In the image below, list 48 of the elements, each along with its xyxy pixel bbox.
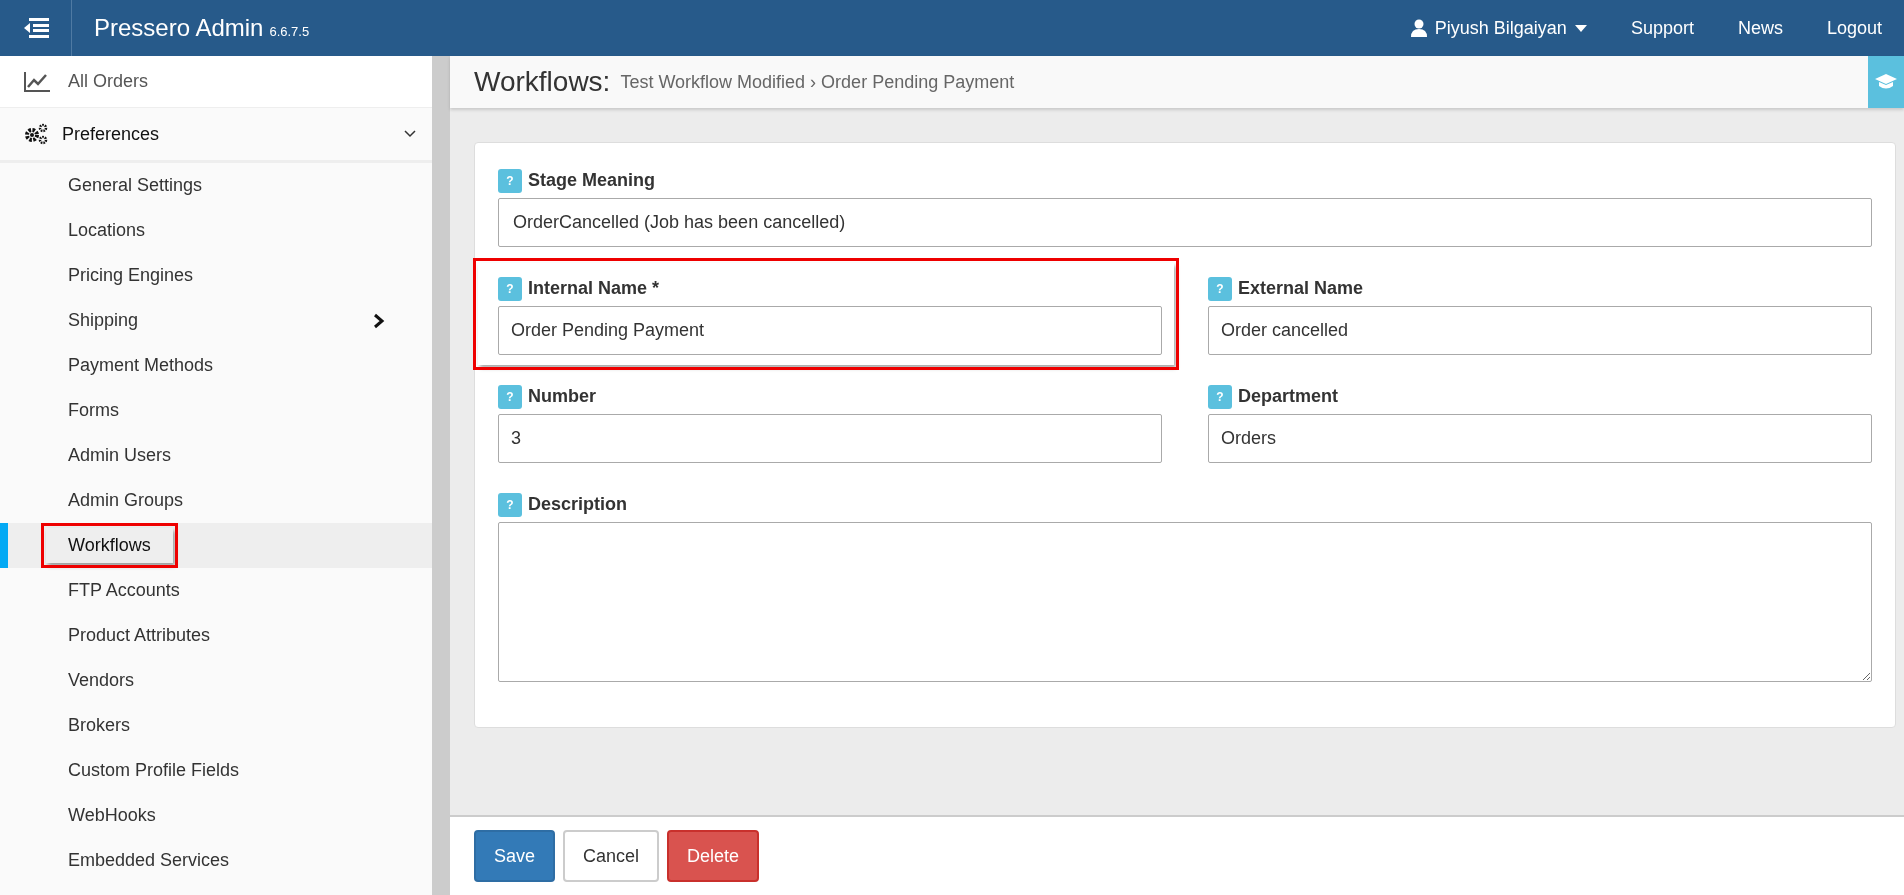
tutorial-button[interactable] [1868, 56, 1904, 108]
user-icon [1410, 19, 1427, 37]
breadcrumb: Test Workflow Modified › Order Pending Payment [620, 70, 1015, 94]
field-label: Internal Name * [528, 277, 660, 300]
sidebar-item[interactable]: Custom Profile Fields [0, 748, 432, 793]
input-field[interactable]: Orders [1208, 414, 1872, 463]
field-label: Stage Meaning [528, 169, 656, 192]
nav-link[interactable]: News [1715, 14, 1805, 42]
nav-link[interactable]: Logout [1804, 14, 1904, 42]
field-label: Number [528, 385, 596, 408]
chevron-right-icon [373, 312, 385, 329]
input-field[interactable]: Order cancelled [1208, 306, 1872, 355]
sidebar-item[interactable]: All Orders [0, 56, 432, 108]
page-title: Workflows: [474, 65, 611, 99]
delete-button[interactable]: Delete [667, 830, 760, 882]
app-title: Pressero Admin [94, 14, 264, 41]
line-chart-icon [24, 71, 50, 92]
sidebar-item[interactable]: Embedded Services [0, 838, 432, 883]
sidebar-item[interactable]: Admin Groups [0, 478, 432, 523]
input-field[interactable]: 3 [498, 414, 1162, 463]
sidebar-item[interactable]: General Settings [0, 163, 432, 208]
scrollbar[interactable] [432, 56, 450, 895]
sidebar-item[interactable]: Admin Users [0, 433, 432, 478]
sidebar-item[interactable]: FTP Accounts [0, 568, 432, 613]
save-button[interactable]: Save [474, 830, 556, 882]
user-menu[interactable]: Piyush Bilgaiyan [1388, 14, 1609, 42]
sidebar-item[interactable]: Forms [0, 388, 432, 433]
menu-collapse-icon[interactable] [22, 18, 49, 38]
sidebar-item[interactable]: Pricing Engines [0, 253, 432, 298]
version-number: 6.6.7.5 [269, 24, 310, 39]
caret-icon [1574, 24, 1587, 32]
sidebar-item[interactable]: Shipping [0, 298, 432, 343]
field-label: Department [1238, 385, 1339, 408]
sidebar-item[interactable]: Workflows [0, 523, 432, 568]
input-field[interactable]: Order Pending Payment [498, 306, 1162, 355]
sidebar-item[interactable]: Vendors [0, 658, 432, 703]
graduation-cap-icon [1875, 74, 1897, 90]
sidebar-item[interactable]: Payment Methods [0, 343, 432, 388]
sidebar-item[interactable]: Locations [0, 208, 432, 253]
select-field[interactable]: OrderCancelled (Job has been cancelled) [498, 198, 1872, 247]
sidebar-item[interactable]: Brokers [0, 703, 432, 748]
sidebar-item[interactable]: Product Attributes [0, 613, 432, 658]
gears-icon [24, 123, 48, 145]
sidebar-item[interactable]: WebHooks [0, 793, 432, 838]
cancel-button[interactable]: Cancel [563, 830, 660, 882]
nav-link[interactable]: Support [1608, 14, 1716, 42]
field-label: External Name [1238, 277, 1364, 300]
field-label: Description [528, 493, 628, 516]
